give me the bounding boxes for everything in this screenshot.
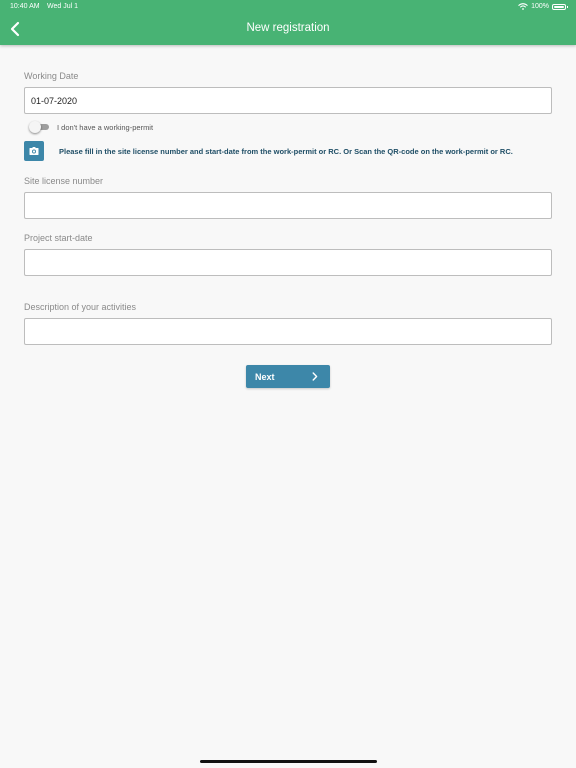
battery-icon: [552, 3, 568, 10]
status-bar: 10:40 AM Wed Jul 1 100%: [0, 0, 576, 14]
working-date-input[interactable]: [24, 87, 552, 114]
scan-qr-button[interactable]: [24, 141, 44, 161]
no-permit-toggle[interactable]: [29, 121, 50, 133]
home-indicator: [200, 760, 377, 763]
project-start-label: Project start-date: [24, 233, 93, 243]
status-indicators: 100%: [518, 3, 568, 10]
working-date-label: Working Date: [24, 71, 79, 81]
wifi-icon: [518, 3, 528, 10]
status-date: Wed Jul 1: [47, 3, 78, 10]
page-title: New registration: [246, 22, 330, 34]
scan-instruction: Please fill in the site license number a…: [59, 147, 513, 156]
toggle-thumb: [29, 121, 41, 133]
site-license-input[interactable]: [24, 192, 552, 219]
next-button[interactable]: Next: [246, 365, 330, 388]
activities-input[interactable]: [24, 318, 552, 345]
chevron-right-icon: [312, 372, 318, 381]
status-time: 10:40 AM: [10, 3, 40, 10]
app-header: 10:40 AM Wed Jul 1 100% New registration: [0, 0, 576, 45]
battery-level: [554, 5, 564, 8]
camera-icon: [29, 147, 39, 155]
next-button-label: Next: [255, 372, 275, 382]
battery-percent: 100%: [531, 3, 549, 10]
site-license-label: Site license number: [24, 176, 104, 186]
no-permit-label: I don't have a working-permit: [57, 123, 154, 132]
project-start-input[interactable]: [24, 249, 552, 276]
activities-label: Description of your activities: [24, 302, 137, 312]
